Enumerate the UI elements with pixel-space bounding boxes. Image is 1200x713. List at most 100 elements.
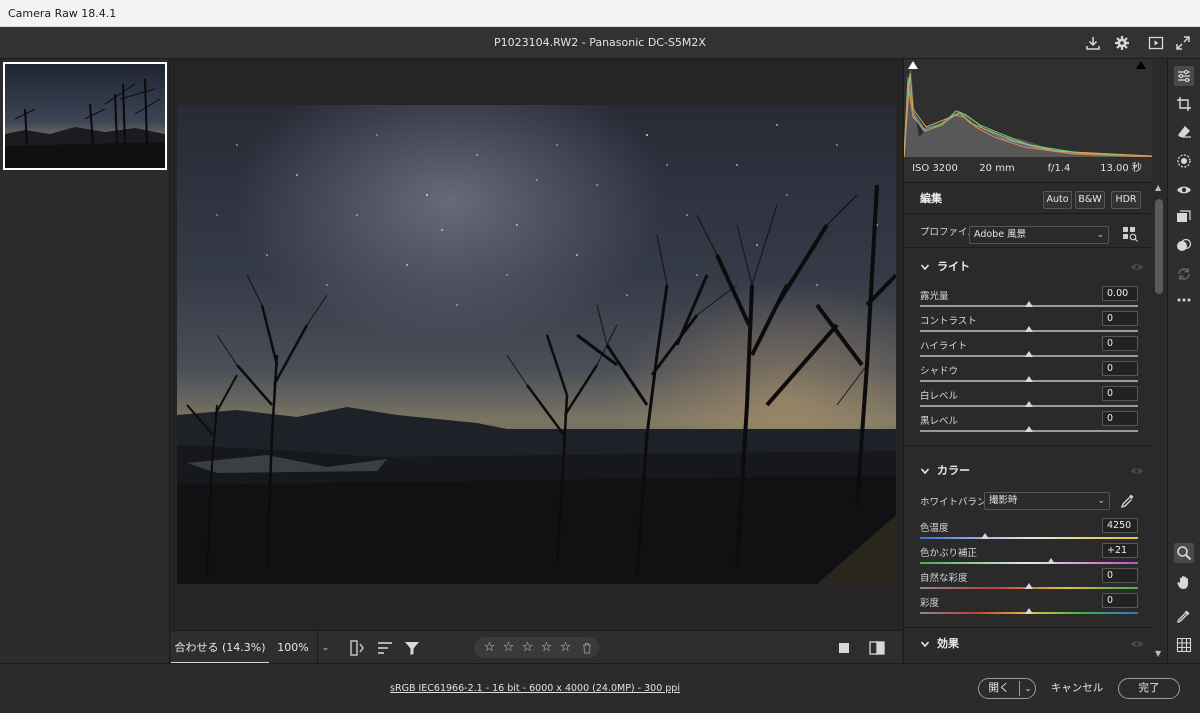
slider-row: 自然な彩度 0 <box>920 568 1138 593</box>
filmstrip-toggle-icon[interactable] <box>349 639 367 657</box>
presets-icon[interactable] <box>1174 235 1194 255</box>
snapshots-icon[interactable] <box>1174 207 1194 227</box>
filmstrip-thumbnail[interactable] <box>3 62 167 170</box>
rating-star-icon[interactable]: ☆ <box>482 640 497 655</box>
effects-section-title: 効果 <box>937 637 959 650</box>
slider-value-input[interactable]: 0 <box>1102 386 1138 401</box>
chevron-down-icon[interactable]: ▼ <box>1155 649 1161 658</box>
scrollbar-thumb[interactable] <box>1155 199 1163 294</box>
slider-value-input[interactable]: 4250 <box>1102 518 1138 533</box>
slider-handle[interactable] <box>1046 558 1055 564</box>
trash-icon[interactable] <box>579 640 595 656</box>
rating-star-icon[interactable]: ☆ <box>520 640 535 655</box>
open-button-divider <box>1019 681 1020 696</box>
sync-icon[interactable] <box>1174 264 1194 284</box>
slider-row: 黒レベル 0 <box>920 411 1138 436</box>
crop-icon[interactable] <box>1174 94 1194 114</box>
slider-handle[interactable] <box>1025 351 1033 357</box>
eye-icon[interactable] <box>1130 465 1144 477</box>
slider-track[interactable] <box>920 376 1138 382</box>
eraser-icon[interactable] <box>1174 122 1194 142</box>
redeye-icon[interactable] <box>1174 180 1194 200</box>
slider-track[interactable] <box>920 301 1138 307</box>
workflow-options-link[interactable]: sRGB IEC61966-2.1 - 16 bit - 6000 x 4000… <box>0 683 1070 694</box>
auto-button[interactable]: Auto <box>1043 191 1072 209</box>
eyedropper-icon[interactable] <box>1120 492 1136 509</box>
image-canvas[interactable] <box>171 59 902 630</box>
slider-track[interactable] <box>920 583 1138 589</box>
slider-value-input[interactable]: 0 <box>1102 336 1138 351</box>
slider-handle[interactable] <box>1025 401 1033 407</box>
status-bar: sRGB IEC61966-2.1 - 16 bit - 6000 x 4000… <box>0 663 1200 713</box>
slider-track[interactable] <box>920 401 1138 407</box>
slider-track[interactable] <box>920 351 1138 357</box>
cancel-button[interactable]: キャンセル <box>1048 678 1106 699</box>
profile-select[interactable]: Adobe 風景 ⌄ <box>969 226 1109 244</box>
slider-row: 色温度 4250 <box>920 518 1138 543</box>
edit-sliders-icon[interactable] <box>1174 66 1194 86</box>
color-section-header[interactable]: カラー <box>904 457 1152 485</box>
slideshow-icon[interactable] <box>1146 33 1166 53</box>
zoom-icon[interactable] <box>1174 543 1194 563</box>
zoom-fit-button[interactable]: 合わせる (14.3%) <box>171 631 269 664</box>
slider-handle[interactable] <box>1025 426 1033 432</box>
effects-section-header[interactable]: 効果 <box>904 630 1152 658</box>
open-button-label: 開く <box>988 682 1010 694</box>
grid-icon[interactable] <box>1174 635 1194 655</box>
zoom-100-button[interactable]: 100% <box>271 631 315 664</box>
slider-label: 黒レベル <box>920 416 959 427</box>
slider-row: 露光量 0.00 <box>920 286 1138 311</box>
bw-button[interactable]: B&W <box>1075 191 1105 209</box>
aperture-value: f/1.4 <box>1047 163 1071 174</box>
slider-handle[interactable] <box>1025 301 1033 307</box>
eye-icon[interactable] <box>1130 638 1144 650</box>
rating-star-icon[interactable]: ☆ <box>501 640 516 655</box>
more-icon[interactable] <box>1174 290 1194 310</box>
light-section-header[interactable]: ライト <box>904 253 1152 281</box>
slider-handle[interactable] <box>1025 583 1033 589</box>
slider-value-input[interactable]: 0 <box>1102 411 1138 426</box>
sort-icon[interactable] <box>376 639 394 657</box>
filter-icon[interactable] <box>403 639 421 657</box>
slider-track[interactable] <box>920 608 1138 614</box>
zoom-dropdown[interactable]: ⌄ <box>317 631 333 664</box>
save-icon[interactable] <box>1083 33 1103 53</box>
mask-icon[interactable] <box>1174 151 1194 171</box>
rating-star-icon[interactable]: ☆ <box>539 640 554 655</box>
before-after-split-icon[interactable] <box>868 639 886 657</box>
slider-label: コントラスト <box>920 316 977 327</box>
slider-value-input[interactable]: +21 <box>1102 543 1138 558</box>
open-button[interactable]: 開く ⌄ <box>978 678 1036 699</box>
slider-track[interactable] <box>920 533 1138 539</box>
hdr-button[interactable]: HDR <box>1111 191 1141 209</box>
slider-handle[interactable] <box>1025 376 1033 382</box>
slider-track[interactable] <box>920 326 1138 332</box>
slider-value-input[interactable]: 0 <box>1102 593 1138 608</box>
sampler-icon[interactable] <box>1174 606 1194 626</box>
hand-icon[interactable] <box>1174 572 1194 592</box>
slider-value-input[interactable]: 0.00 <box>1102 286 1138 301</box>
eye-icon[interactable] <box>1130 261 1144 273</box>
profile-browser-icon[interactable] <box>1122 226 1138 242</box>
fullscreen-icon[interactable] <box>1173 33 1193 53</box>
slider-track[interactable] <box>920 558 1138 564</box>
chevron-down-icon[interactable]: ⌄ <box>1021 679 1035 698</box>
slider-track[interactable] <box>920 426 1138 432</box>
slider-value-input[interactable]: 0 <box>1102 568 1138 583</box>
slider-label: 色温度 <box>920 523 949 534</box>
slider-handle[interactable] <box>1025 608 1033 614</box>
gear-icon[interactable] <box>1112 33 1132 53</box>
slider-value-input[interactable]: 0 <box>1102 311 1138 326</box>
panel-scrollbar[interactable]: ▲ ▼ <box>1153 183 1165 663</box>
rating-star-icon[interactable]: ☆ <box>558 640 573 655</box>
white-balance-select[interactable]: 撮影時 ⌄ <box>984 492 1110 510</box>
slider-label: 色かぶり補正 <box>920 548 978 559</box>
slider-value-input[interactable]: 0 <box>1102 361 1138 376</box>
photo-preview[interactable] <box>177 105 896 584</box>
white-balance-value: 撮影時 <box>989 495 1018 506</box>
slider-handle[interactable] <box>981 533 990 539</box>
slider-handle[interactable] <box>1025 326 1033 332</box>
before-after-single-icon[interactable] <box>836 639 854 657</box>
chevron-up-icon[interactable]: ▲ <box>1155 183 1161 192</box>
done-button[interactable]: 完了 <box>1118 678 1180 699</box>
